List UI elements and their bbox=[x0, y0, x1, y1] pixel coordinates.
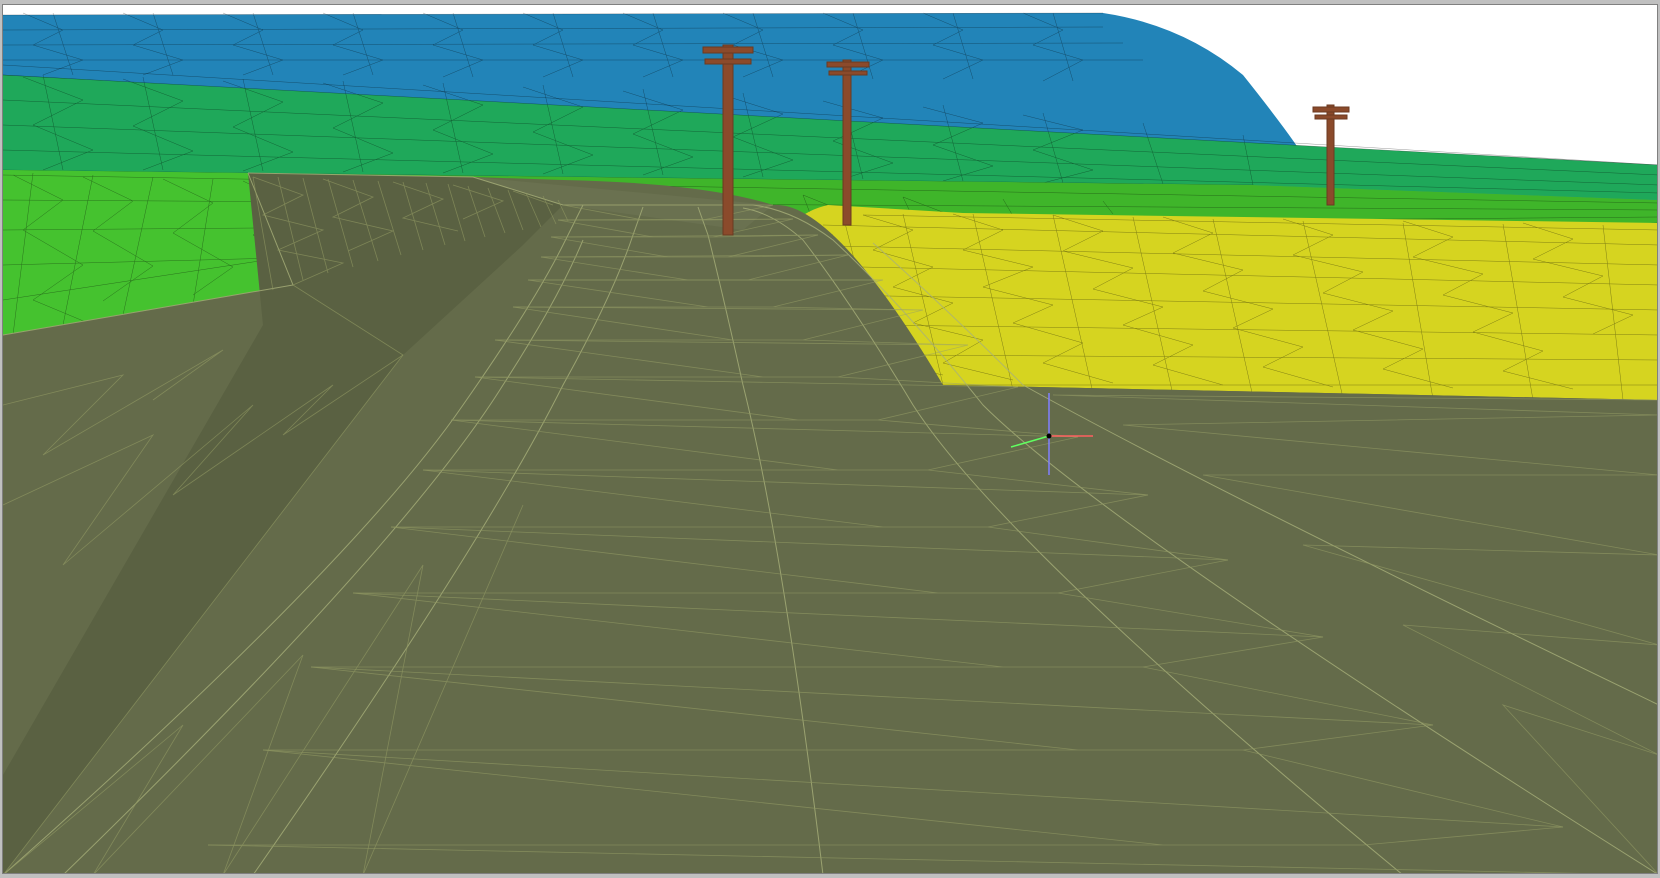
3d-viewport[interactable] bbox=[2, 4, 1658, 874]
